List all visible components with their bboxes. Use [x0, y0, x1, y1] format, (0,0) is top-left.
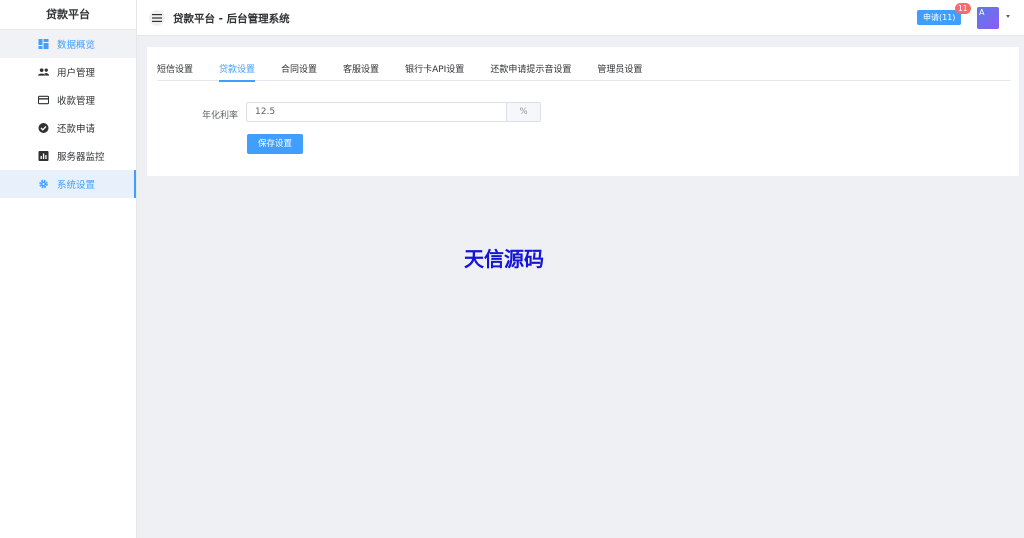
page-title: 贷款平台 - 后台管理系统	[173, 13, 290, 25]
tab-repayment-sound-settings[interactable]: 还款申请提示音设置	[490, 61, 571, 81]
sidebar-item-overview[interactable]: 数据概览	[0, 30, 136, 58]
watermark-text: 天信源码	[464, 247, 544, 271]
check-circle-icon	[38, 123, 49, 133]
users-icon	[38, 68, 49, 76]
save-settings-button[interactable]: 保存设置	[247, 134, 303, 154]
sidebar-item-label: 收款管理	[57, 96, 96, 107]
settings-card: 短信设置 贷款设置 合同设置 客服设置 银行卡API设置 还款申请提示音设置 管…	[147, 47, 1019, 176]
gear-icon	[39, 179, 48, 189]
sidebar-item-label: 系统设置	[57, 180, 96, 191]
bar-chart-icon	[38, 151, 49, 161]
sidebar-item-settings[interactable]: 系统设置	[0, 170, 136, 198]
percent-unit: %	[506, 103, 540, 121]
sidebar-item-label: 数据概览	[57, 40, 96, 51]
tab-customer-service-settings[interactable]: 客服设置	[343, 61, 379, 81]
hamburger-icon	[152, 14, 162, 22]
sidebar-item-server-monitor[interactable]: 服务器监控	[0, 142, 136, 170]
brand-title: 贷款平台	[0, 0, 136, 30]
tab-bank-card-api-settings[interactable]: 银行卡API设置	[405, 61, 464, 81]
avatar-letter: A	[979, 8, 985, 17]
settings-tabs: 短信设置 贷款设置 合同设置 客服设置 银行卡API设置 还款申请提示音设置 管…	[157, 61, 1011, 82]
sidebar-menu: 数据概览 用户管理 收款管理 还款申请 服务器监控 系统设置	[0, 30, 136, 198]
sidebar: 贷款平台 数据概览 用户管理 收款管理 还款申请 服务器监控 系统设置	[0, 0, 137, 538]
sidebar-item-label: 服务器监控	[57, 152, 105, 163]
avatar[interactable]: A	[977, 7, 999, 29]
menu-toggle-button[interactable]	[149, 10, 165, 26]
tab-loan-settings[interactable]: 贷款设置	[219, 61, 256, 82]
sidebar-item-payments[interactable]: 收款管理	[0, 86, 136, 114]
interest-rate-label: 年化利率	[202, 111, 239, 121]
notification-badge: 11	[955, 3, 971, 14]
credit-card-icon	[38, 95, 49, 105]
top-header: 贷款平台 - 后台管理系统 申请(11) 11 A	[137, 0, 1024, 36]
tab-admin-settings[interactable]: 管理员设置	[597, 61, 642, 81]
sidebar-item-users[interactable]: 用户管理	[0, 58, 136, 86]
chevron-down-icon[interactable]	[1006, 15, 1010, 18]
apply-requests-button[interactable]: 申请(11)	[917, 10, 962, 25]
tab-sms-settings[interactable]: 短信设置	[157, 61, 193, 81]
sidebar-item-repayment[interactable]: 还款申请	[0, 114, 136, 142]
tab-contract-settings[interactable]: 合同设置	[281, 61, 317, 81]
dashboard-icon	[38, 39, 49, 49]
interest-rate-group: %	[246, 102, 541, 122]
sidebar-item-label: 用户管理	[57, 68, 96, 79]
sidebar-item-label: 还款申请	[57, 124, 96, 135]
interest-rate-input[interactable]	[247, 103, 506, 121]
